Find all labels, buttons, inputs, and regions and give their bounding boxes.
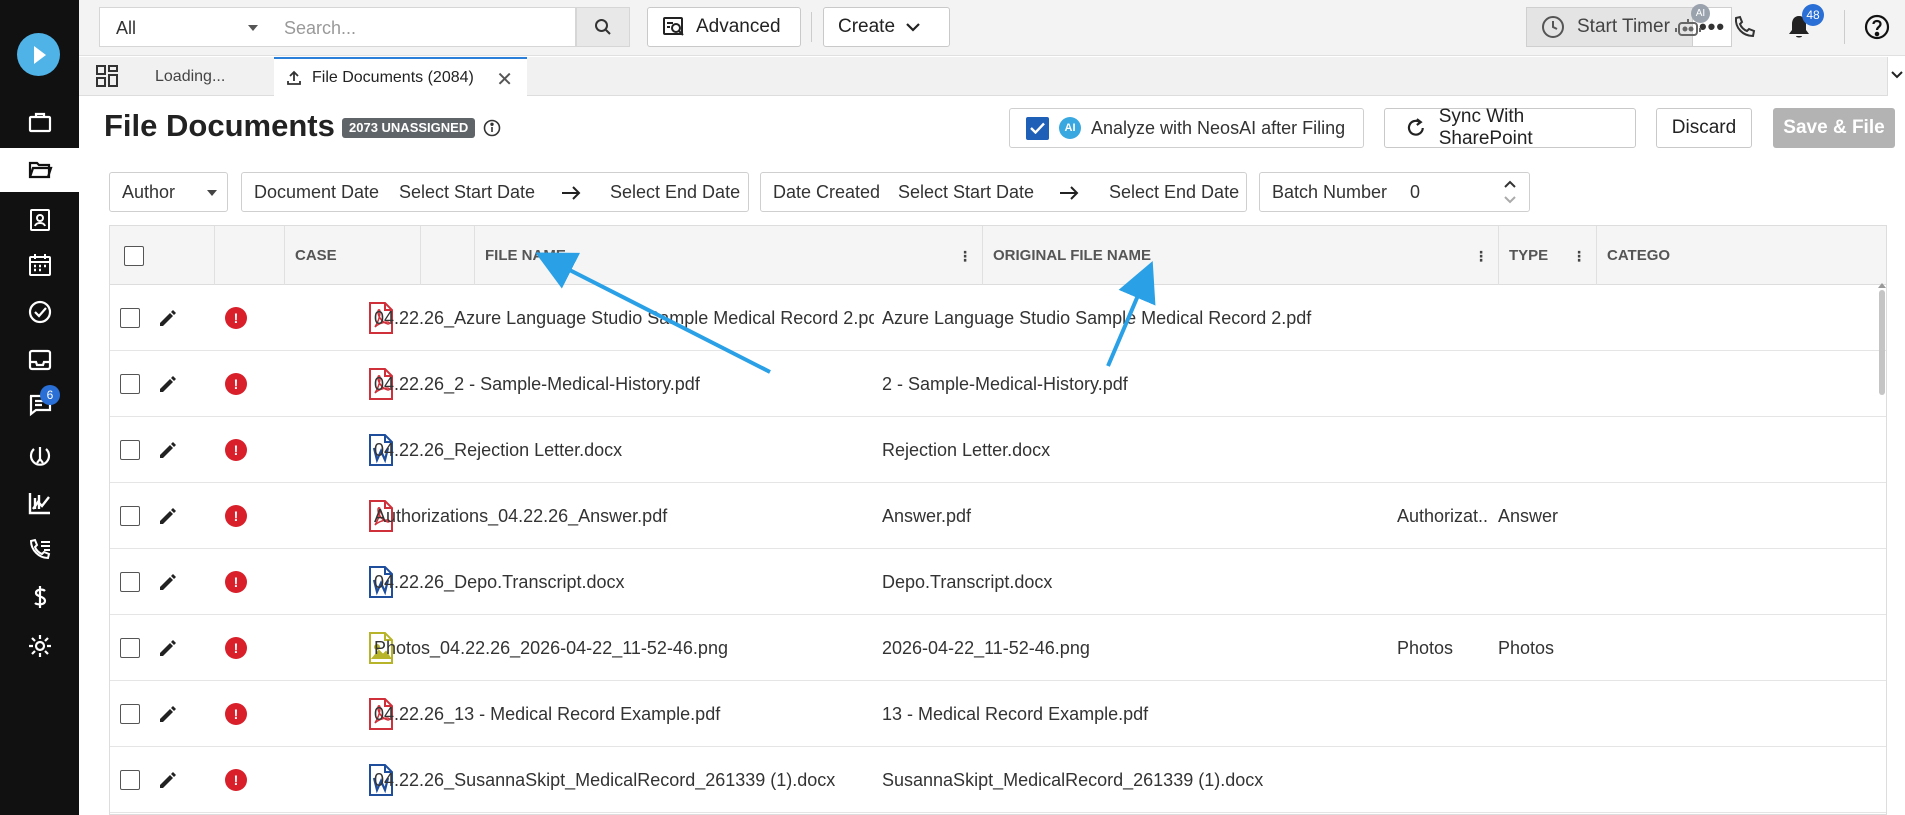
annotation-arrow-file-name bbox=[535, 252, 771, 374]
annotation-arrows bbox=[535, 252, 1156, 374]
annotation-arrow-original-file-name bbox=[1106, 260, 1156, 367]
